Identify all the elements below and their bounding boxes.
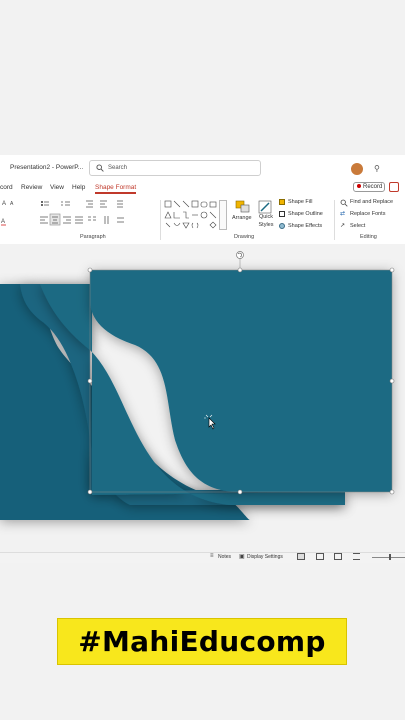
- paragraph-group-label: Paragraph: [80, 234, 106, 240]
- tab-shape-format[interactable]: Shape Format: [95, 184, 136, 191]
- record-icon: [357, 184, 361, 189]
- justify-icon: [75, 216, 83, 224]
- zoom-thumb[interactable]: [389, 554, 391, 560]
- tab-view[interactable]: View: [50, 184, 64, 191]
- quick-styles-button[interactable]: Quick Styles: [256, 213, 276, 229]
- columns-icon: [88, 216, 96, 221]
- divider: [160, 200, 161, 240]
- shape-fill-icon: [279, 199, 285, 205]
- search-box[interactable]: Search: [89, 160, 261, 176]
- notes-button[interactable]: Notes: [218, 554, 231, 560]
- share-icon[interactable]: [389, 182, 399, 192]
- tab-help[interactable]: Help: [72, 184, 85, 191]
- slide-sorter-icon[interactable]: [316, 553, 324, 560]
- shape-outline-icon: [279, 211, 285, 217]
- slideshow-icon[interactable]: [353, 553, 360, 560]
- select-icon: ↗: [340, 223, 346, 229]
- drawing-group-label: Drawing: [234, 234, 255, 240]
- svg-text:A: A: [10, 201, 14, 207]
- svg-text:A: A: [2, 201, 6, 207]
- replace-fonts-icon: ⇄: [340, 211, 346, 217]
- slide-canvas[interactable]: [0, 244, 405, 552]
- slide-artwork[interactable]: [0, 244, 405, 552]
- align-right-icon: [63, 216, 71, 224]
- tab-review[interactable]: Review: [21, 184, 42, 191]
- record-label: Record: [363, 184, 383, 190]
- select-button[interactable]: Select: [350, 223, 365, 229]
- replace-fonts-button[interactable]: Replace Fonts: [350, 211, 385, 217]
- line-spacing-icon: [117, 200, 123, 208]
- lightbulb-icon[interactable]: ⚲: [374, 164, 380, 173]
- outdent-icon: [100, 200, 107, 208]
- gallery-scroll[interactable]: [219, 200, 227, 230]
- bullets-icon: [40, 200, 49, 207]
- align-text-icon: [117, 217, 124, 223]
- arrange-button[interactable]: Arrange: [232, 215, 252, 221]
- indent-icon: [86, 200, 93, 208]
- shape-outline-button[interactable]: Shape Outline: [288, 211, 323, 217]
- search-input[interactable]: Search: [108, 165, 127, 171]
- find-icon: [340, 199, 348, 207]
- status-bar: [0, 552, 405, 563]
- watermark-banner: #MahiEducomp: [57, 618, 347, 665]
- shape-effects-icon: [279, 223, 285, 229]
- normal-view-icon[interactable]: [297, 553, 305, 560]
- align-left-icon: [40, 216, 48, 224]
- display-icon: ▣: [239, 554, 245, 560]
- find-replace-button[interactable]: Find and Replace: [350, 199, 393, 205]
- numbering-icon: [61, 201, 70, 206]
- shape-fill-button[interactable]: Shape Fill: [288, 199, 312, 205]
- active-tab-underline: [95, 192, 136, 194]
- notes-icon: ≡: [210, 553, 214, 559]
- banner-text: #MahiEducomp: [78, 625, 326, 658]
- paragraph-tools[interactable]: AA A: [0, 198, 160, 232]
- editing-group-label: Editing: [360, 234, 377, 240]
- display-settings-button[interactable]: Display Settings: [247, 554, 283, 560]
- font-size-icon: AA: [2, 201, 14, 207]
- record-button[interactable]: Record: [353, 182, 385, 192]
- shape-effects-button[interactable]: Shape Effects: [288, 223, 322, 229]
- arrange-icon: [235, 200, 250, 213]
- window-title: Presentation2 - PowerP...: [10, 164, 84, 171]
- svg-text:A: A: [1, 219, 5, 225]
- font-color-icon: A: [1, 219, 6, 226]
- rotate-handle: [236, 251, 244, 259]
- divider: [334, 200, 335, 240]
- avatar[interactable]: [350, 162, 364, 176]
- tab-record[interactable]: cord: [0, 184, 13, 191]
- reading-view-icon[interactable]: [334, 553, 342, 560]
- search-icon: [96, 164, 104, 172]
- text-direction-icon: [104, 216, 109, 224]
